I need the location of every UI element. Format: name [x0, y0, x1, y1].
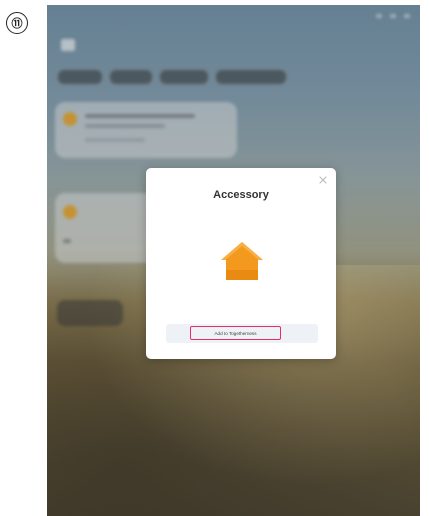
- add-to-togetherness-button[interactable]: Add to Togetherness: [190, 326, 281, 340]
- phone-screen: Accessory Add to Togetherness: [47, 5, 420, 516]
- step-number-badge: ⑪: [6, 12, 28, 34]
- close-icon[interactable]: [318, 175, 328, 185]
- house-icon: [221, 242, 263, 280]
- dialog-action-bar: Add to Togetherness: [166, 324, 318, 343]
- accessory-dialog: Accessory Add to Togetherness: [146, 168, 336, 359]
- dialog-title: Accessory: [213, 189, 269, 201]
